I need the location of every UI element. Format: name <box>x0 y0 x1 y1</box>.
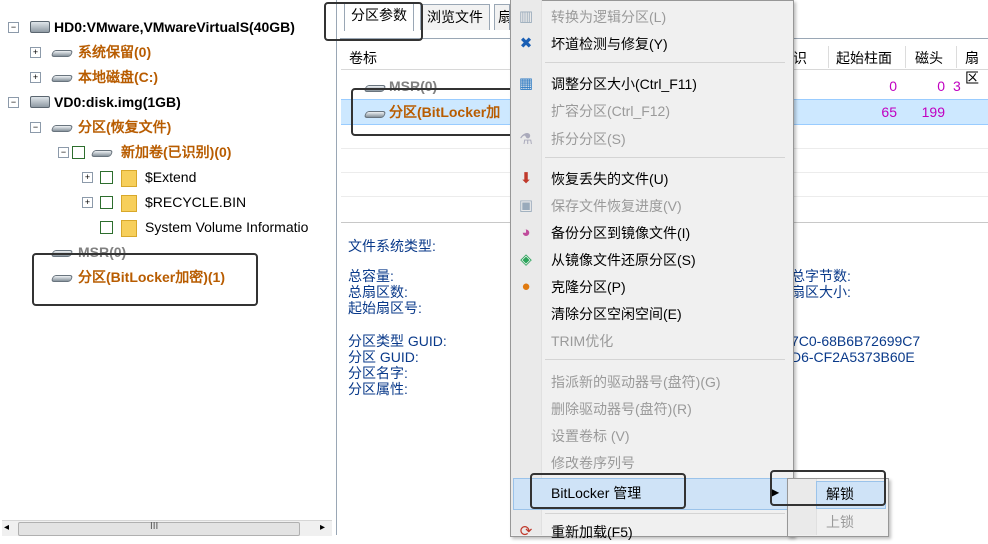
col-start-cylinder[interactable]: 起始柱面 <box>836 48 892 68</box>
partition-guid-value: D6-CF2A5373B60E <box>791 349 915 365</box>
menu-separator <box>545 513 785 514</box>
col-partial[interactable]: 识 <box>793 48 807 68</box>
annotation-box-bitlocker-menu <box>530 473 686 509</box>
folder-icon <box>121 195 137 212</box>
menu-item-set-label[interactable]: 设置卷标 (V) <box>551 424 630 448</box>
scroll-right-arrow-icon[interactable]: ▸ <box>320 522 325 533</box>
save-icon: ▣ <box>518 197 534 214</box>
col-volume-label[interactable]: 卷标 <box>349 48 377 68</box>
checkbox[interactable] <box>100 171 113 184</box>
tree-node-svi[interactable]: System Volume Informatio <box>82 216 336 238</box>
menu-item-bad-track[interactable]: 坏道检测与修复(Y) <box>551 32 668 56</box>
tree-label-local-disk: 本地磁盘(C:) <box>78 69 159 85</box>
annotation-box-unlock <box>770 470 886 506</box>
col-divider <box>828 46 829 68</box>
reload-icon: ⟳ <box>519 523 533 540</box>
menu-item-assign-letter[interactable]: 指派新的驱动器号(盘符)(G) <box>551 370 721 394</box>
tree-label-partition-recover: 分区(恢复文件) <box>78 119 172 135</box>
row-sector: 3 <box>953 78 961 94</box>
start-sector-label: 起始扇区号: <box>348 300 422 316</box>
col-head[interactable]: 磁头 <box>915 48 943 68</box>
tree-label-hd0: HD0:VMware,VMwareVirtualS(40GB) <box>54 19 295 35</box>
split-icon: ⚗ <box>519 131 533 148</box>
submenu-item-lock[interactable]: 上锁 <box>826 510 854 534</box>
scroll-left-arrow-icon[interactable]: ◂ <box>4 522 9 533</box>
col-divider <box>905 46 906 68</box>
resize-icon: ▦ <box>518 75 534 92</box>
partition-guid-label: 分区 GUID: <box>348 349 419 365</box>
partition-icon <box>50 50 74 57</box>
hard-disk-icon <box>30 21 50 33</box>
scroll-thumb-grip: III <box>150 521 159 532</box>
total-sectors-label: 总扇区数: <box>348 284 408 300</box>
tree-label-recycle: $RECYCLE.BIN <box>145 194 247 210</box>
checkbox[interactable] <box>100 196 113 209</box>
tree-label-sys-reserved: 系统保留(0) <box>78 44 152 60</box>
expand-icon[interactable]: + <box>82 197 93 208</box>
collapse-icon[interactable]: − <box>30 122 41 133</box>
annotation-box-bitlocker-tree <box>32 253 258 306</box>
scroll-thumb[interactable] <box>18 522 300 536</box>
menu-item-reload[interactable]: 重新加载(F5) <box>551 520 633 544</box>
partition-name-label: 分区名字: <box>348 365 408 381</box>
menu-item-clone[interactable]: 克隆分区(P) <box>551 275 626 299</box>
tree-label-extend: $Extend <box>145 169 197 185</box>
annotation-box-tab <box>324 2 423 41</box>
folder-icon <box>121 220 137 237</box>
collapse-icon[interactable]: − <box>58 147 69 158</box>
restore-icon: ◈ <box>520 251 532 268</box>
collapse-icon[interactable]: − <box>8 97 19 108</box>
total-capacity-label: 总容量: <box>348 268 394 284</box>
tree-label-new-volume: 新加卷(已识别)(0) <box>121 144 232 160</box>
type-guid-value: 7C0-68B6B72699C7 <box>791 333 921 349</box>
menu-item-convert-logical[interactable]: 转换为逻辑分区(L) <box>551 5 666 29</box>
tab-partial[interactable]: 扇 <box>494 4 510 30</box>
menu-item-save-progress[interactable]: 保存文件恢复进度(V) <box>551 194 682 218</box>
menu-separator <box>545 62 785 63</box>
col-divider <box>956 46 957 68</box>
menu-separator <box>545 359 785 360</box>
collapse-icon[interactable]: − <box>8 22 19 33</box>
expand-icon[interactable]: + <box>30 72 41 83</box>
sector-size-label: 扇区大小: <box>791 284 851 300</box>
wrench-icon: ✖ <box>519 35 533 52</box>
clone-icon: ● <box>521 278 531 295</box>
annotation-box-row <box>351 88 514 136</box>
menu-item-extend[interactable]: 扩容分区(Ctrl_F12) <box>551 99 670 123</box>
menu-item-backup-image[interactable]: 备份分区到镜像文件(I) <box>551 221 690 245</box>
row-head: 0 <box>937 78 945 94</box>
menu-item-split[interactable]: 拆分分区(S) <box>551 127 626 151</box>
row-head: 199 <box>921 104 945 120</box>
tree-label-vd0: VD0:disk.img(1GB) <box>54 94 181 110</box>
menu-item-restore-image[interactable]: 从镜像文件还原分区(S) <box>551 248 696 272</box>
partition-icon <box>50 75 74 82</box>
tab-browse-files[interactable]: 浏览文件 <box>420 4 490 30</box>
total-bytes-label: 总字节数: <box>791 268 851 284</box>
fs-type-label: 文件系统类型: <box>348 238 436 254</box>
expand-icon[interactable]: + <box>30 47 41 58</box>
menu-separator <box>545 157 785 158</box>
partition-attr-label: 分区属性: <box>348 381 408 397</box>
type-guid-label: 分区类型 GUID: <box>348 333 447 349</box>
folder-icon <box>121 170 137 187</box>
recover-icon: ⬇ <box>519 170 533 187</box>
expand-icon[interactable]: + <box>82 172 93 183</box>
backup-icon: ◕ <box>521 224 531 241</box>
row-start-cylinder: 0 <box>889 78 897 94</box>
menu-item-resize[interactable]: 调整分区大小(Ctrl_F11) <box>551 72 697 96</box>
virtual-disk-icon <box>30 96 50 108</box>
partition-icon <box>50 125 74 132</box>
menu-item-recover-lost[interactable]: 恢复丢失的文件(U) <box>551 167 668 191</box>
menu-item-trim[interactable]: TRIM优化 <box>551 329 613 353</box>
checkbox[interactable] <box>72 146 85 159</box>
tree-label-svi: System Volume Informatio <box>145 219 309 235</box>
menu-item-modify-serial[interactable]: 修改卷序列号 <box>551 451 635 475</box>
convert-icon: ▥ <box>518 8 534 25</box>
checkbox[interactable] <box>100 221 113 234</box>
row-start-cylinder: 65 <box>881 104 897 120</box>
partition-icon <box>90 150 114 157</box>
menu-item-clear-free[interactable]: 清除分区空闲空间(E) <box>551 302 682 326</box>
menu-item-remove-letter[interactable]: 删除驱动器号(盘符)(R) <box>551 397 692 421</box>
